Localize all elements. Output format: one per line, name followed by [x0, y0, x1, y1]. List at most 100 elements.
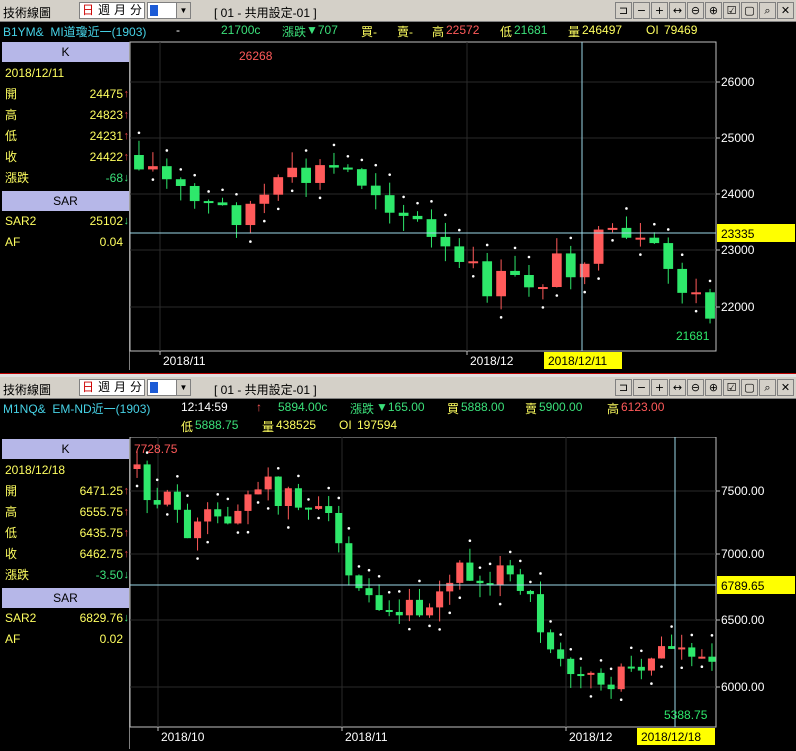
plus-icon[interactable]: +: [651, 379, 668, 396]
candle-body: [370, 185, 381, 196]
price-tag-label: 6789.65: [721, 579, 765, 593]
price-tag-label: 23335: [721, 227, 755, 241]
sar-dot: [629, 646, 633, 650]
sar-dot: [337, 496, 341, 500]
max-price-label: 26268: [239, 49, 273, 63]
high-label: 高: [607, 402, 620, 416]
period-tabs: 日 週 月 分: [79, 2, 146, 19]
tab-day[interactable]: 日: [80, 3, 96, 18]
minus-icon[interactable]: −: [633, 2, 650, 19]
sar-dot: [388, 173, 391, 176]
symbol-name: M1NQ& EM-ND近一(1903): [3, 402, 151, 416]
candlestick-chart[interactable]: 26000 25000 24000 23000 22000 2018/11 2018/12 2…: [0, 40, 796, 373]
volume-label: 量: [568, 25, 581, 39]
left-right-icon[interactable]: ↔: [669, 379, 686, 396]
chevron-down-icon: ▼: [176, 3, 190, 18]
candle-body: [345, 543, 353, 576]
candle-body: [557, 649, 565, 659]
sar-dot: [527, 255, 531, 259]
pin-icon[interactable]: ⊐: [615, 379, 632, 396]
candle-body: [384, 195, 395, 213]
candle-body: [287, 167, 298, 178]
zoom-out-icon[interactable]: ⊖: [687, 2, 704, 19]
sar-dot: [690, 633, 694, 637]
chart-settings-icon[interactable]: ☑: [723, 2, 740, 19]
x-tick-label: 2018/11: [345, 730, 388, 744]
sell-label: 賣: [525, 402, 538, 416]
sar-dot: [508, 550, 512, 554]
zoom-out-icon[interactable]: ⊖: [687, 379, 704, 396]
y-tick-label: 7000.00: [721, 547, 765, 561]
tab-minute[interactable]: 分: [128, 3, 144, 18]
sar-dot: [256, 501, 260, 504]
candle-body: [274, 476, 282, 506]
zoom-in-icon[interactable]: ⊕: [705, 2, 722, 19]
high-value: 22572: [446, 23, 480, 37]
tab-day[interactable]: 日: [80, 380, 96, 395]
interval-dropdown[interactable]: ▼: [147, 379, 191, 396]
close-icon[interactable]: ✕: [777, 379, 794, 396]
min-price-label: 5388.75: [664, 708, 708, 722]
candle-body: [426, 607, 434, 616]
sar-dot: [397, 590, 401, 593]
left-right-icon[interactable]: ↔: [669, 2, 686, 19]
search-icon[interactable]: ⌕: [759, 379, 776, 396]
candle-body: [482, 261, 493, 297]
candle-body: [133, 464, 141, 469]
tab-minute[interactable]: 分: [128, 380, 144, 395]
pin-icon[interactable]: ⊐: [615, 2, 632, 19]
candle-body: [143, 464, 151, 501]
sar-dot: [559, 633, 562, 636]
sar-dot: [266, 507, 270, 510]
candle-body: [385, 610, 393, 613]
plot-area: [129, 41, 717, 352]
sar-dot: [193, 173, 196, 177]
sar-dot: [176, 475, 179, 478]
candle-body: [705, 292, 715, 319]
candle-body: [577, 674, 585, 677]
candle-body: [663, 243, 674, 269]
change-value: ▼165.00: [376, 400, 425, 414]
low-value: 21681: [514, 23, 548, 37]
chart-window-top: 技術線圖 日 週 月 分 ▼ [ 01 - 共用設定-01 ] ⊐ − + ↔ ⊖ ⊕ ☑ ▢…: [0, 0, 796, 373]
search-icon[interactable]: ⌕: [759, 2, 776, 19]
sar-dot: [611, 239, 614, 242]
interval-dropdown[interactable]: ▼: [147, 2, 191, 19]
candle-body: [355, 575, 363, 589]
candle-body: [536, 594, 545, 633]
tab-month[interactable]: 月: [112, 3, 128, 18]
candle-body: [183, 509, 192, 539]
candle-body: [163, 491, 171, 505]
close-icon[interactable]: ✕: [777, 2, 794, 19]
candle-body: [635, 237, 646, 240]
chart-settings-icon[interactable]: ☑: [723, 379, 740, 396]
plus-icon[interactable]: +: [651, 2, 668, 19]
low-value: 5888.75: [195, 418, 239, 432]
minus-icon[interactable]: −: [633, 379, 650, 396]
sar-dot: [304, 149, 308, 152]
restore-icon[interactable]: ▢: [741, 379, 758, 396]
buy-price: 買-: [361, 25, 377, 39]
restore-icon[interactable]: ▢: [741, 2, 758, 19]
candle-body: [175, 179, 186, 186]
candle-body: [627, 666, 635, 669]
tab-week[interactable]: 週: [96, 3, 112, 18]
tab-month[interactable]: 月: [112, 380, 128, 395]
sar-dot: [387, 590, 391, 594]
sar-dot: [165, 149, 169, 152]
candlestick-chart[interactable]: 7500.00 7000.00 6500.00 6000.00 2018/10 2018/…: [0, 437, 796, 751]
sar-dot: [579, 657, 583, 660]
toolbar: 技術線圖 日 週 月 分 ▼ [ 01 - 共用設定-01 ] ⊐ − + ↔ ⊖ ⊕ ☑ ▢…: [0, 377, 796, 399]
candle-body: [547, 632, 555, 650]
sar-dot: [196, 557, 199, 560]
zoom-in-icon[interactable]: ⊕: [705, 379, 722, 396]
sar-dot: [597, 277, 600, 280]
candle-body: [454, 246, 465, 262]
oi-label: OI: [646, 23, 659, 37]
sar-dot: [541, 306, 545, 309]
tab-week[interactable]: 週: [96, 380, 112, 395]
y-tick-label: 22000: [721, 300, 755, 314]
sell-value: 5900.00: [539, 400, 583, 414]
y-tick-label: 23000: [721, 243, 755, 257]
sar-dot: [307, 498, 310, 501]
